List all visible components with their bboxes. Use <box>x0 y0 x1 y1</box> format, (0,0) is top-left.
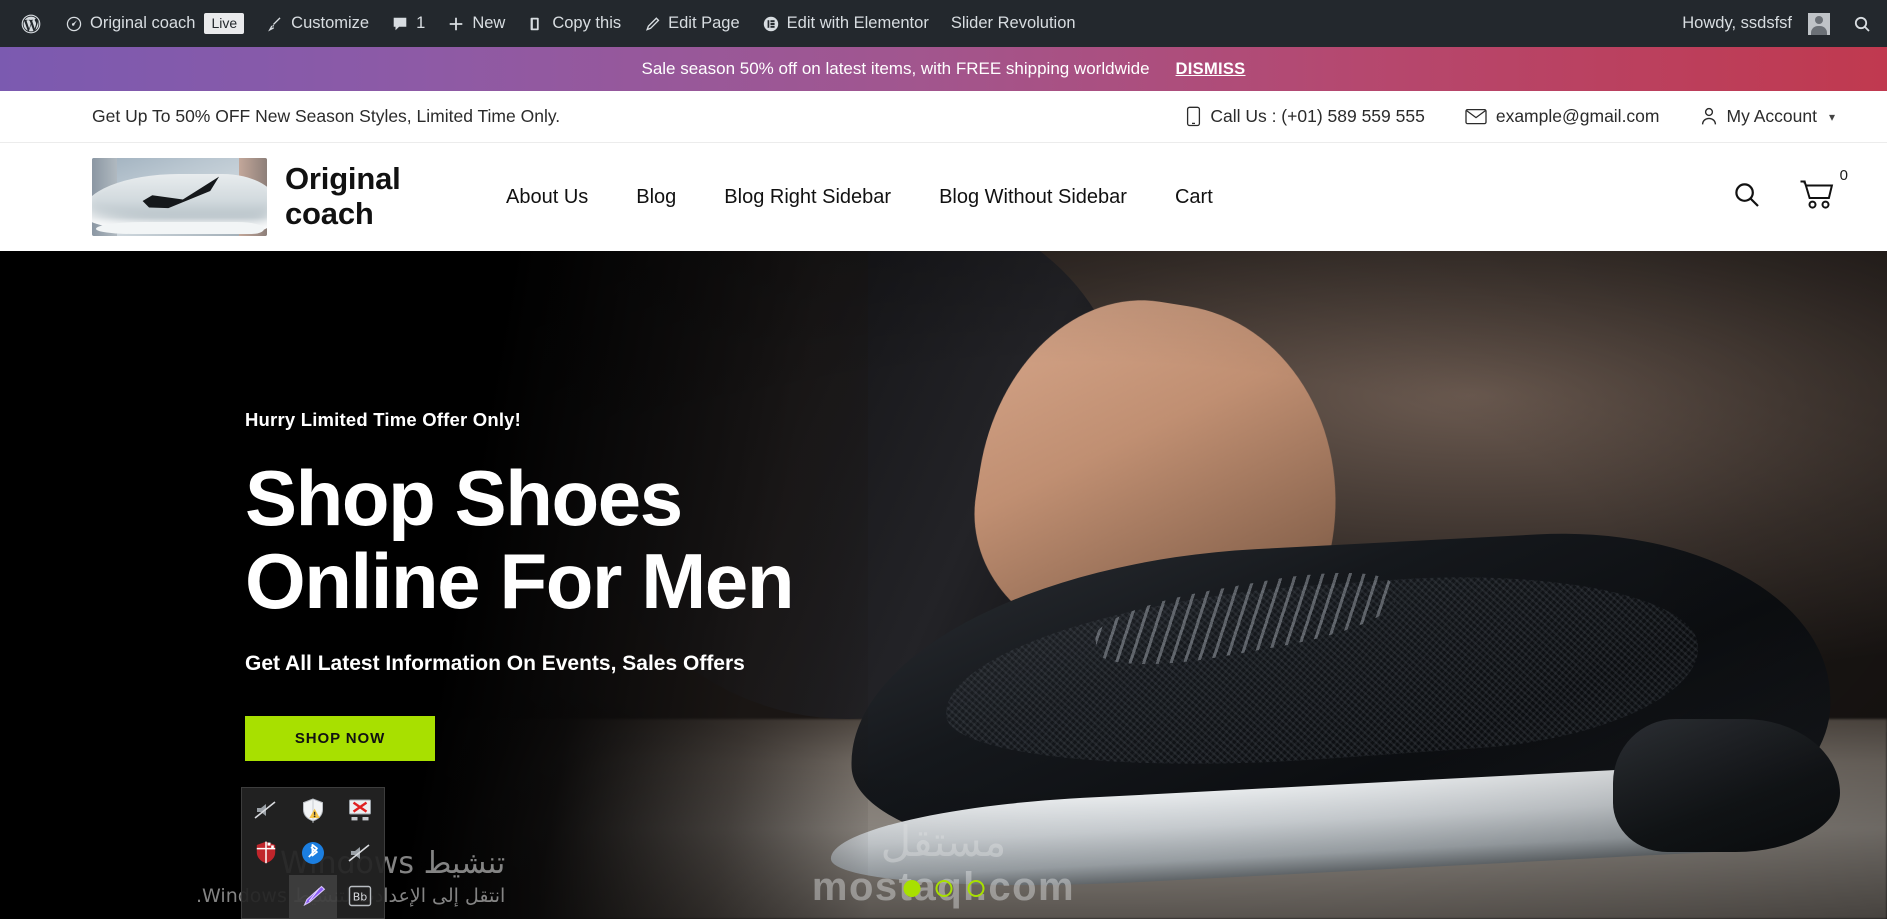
hero-subtitle: Get All Latest Information On Events, Sa… <box>245 652 745 676</box>
bluetooth-icon <box>300 840 326 866</box>
adminbar-right-group: Howdy, ssdsfsf <box>1671 0 1887 47</box>
plus-icon <box>447 15 465 33</box>
nav-item-cart[interactable]: Cart <box>1151 186 1237 209</box>
nav-item-about-us[interactable]: About Us <box>482 186 612 209</box>
nav-item-blog-right-sidebar[interactable]: Blog Right Sidebar <box>700 186 915 209</box>
tray-item-muted-speaker-2[interactable] <box>337 831 384 874</box>
avatar <box>1808 12 1830 35</box>
tray-item-bb-app[interactable]: Bb <box>337 875 384 918</box>
hero-title-line-1: Shop Shoes <box>245 453 683 542</box>
adminbar-item-slider-revolution[interactable]: Slider Revolution <box>940 0 1087 47</box>
topbar-my-account-label: My Account <box>1726 106 1817 126</box>
adminbar-item-edit-with-elementor[interactable]: Edit with Elementor <box>751 0 940 47</box>
tray-item-pen-highlighter[interactable] <box>289 874 337 918</box>
pencil-icon <box>643 15 661 33</box>
page-copy-icon <box>527 15 545 33</box>
search-icon <box>1732 180 1761 214</box>
top-info-bar: Get Up To 50% OFF New Season Styles, Lim… <box>0 91 1887 143</box>
adminbar-item-edit-page[interactable]: Edit Page <box>632 0 751 47</box>
site-brand-title: Original coach <box>285 161 401 231</box>
adminbar-new-label: New <box>472 14 506 32</box>
hero-eyebrow: Hurry Limited Time Offer Only! <box>245 408 522 430</box>
header-action-icons: 0 <box>1732 167 1848 216</box>
adminbar-site-name-label: Original coach <box>90 14 196 32</box>
pen-highlighter-icon <box>299 883 327 909</box>
wordpress-logo-icon <box>20 13 42 35</box>
comment-bubble-icon <box>391 15 409 33</box>
adminbar-search-button[interactable] <box>1841 0 1883 47</box>
wordpress-logo-button[interactable] <box>8 0 54 47</box>
promo-dismiss-link[interactable]: DISMISS <box>1176 60 1246 79</box>
topbar-phone-label: Call Us : (+01) 589 559 555 <box>1210 106 1425 126</box>
tray-cell-empty <box>242 875 289 918</box>
shop-now-button[interactable]: SHOP NOW <box>245 716 435 762</box>
slider-dot-3[interactable] <box>967 880 984 897</box>
header-search-button[interactable] <box>1732 180 1761 214</box>
tray-item-security-shield[interactable] <box>289 788 336 831</box>
adminbar-edit-page-label: Edit Page <box>668 14 740 32</box>
dashboard-icon <box>65 15 83 33</box>
adminbar-elementor-label: Edit with Elementor <box>786 14 929 32</box>
nav-item-blog-without-sidebar[interactable]: Blog Without Sidebar <box>915 186 1151 209</box>
elementor-icon <box>762 15 780 33</box>
wp-admin-bar: Original coach Live Customize 1 New Copy… <box>0 0 1887 47</box>
topbar-phone[interactable]: Call Us : (+01) 589 559 555 <box>1186 106 1425 127</box>
promo-message: Sale season 50% off on latest items, wit… <box>641 59 1150 78</box>
adminbar-customize-label: Customize <box>291 14 370 32</box>
slider-dot-2[interactable] <box>935 880 952 897</box>
tray-item-muted-speaker-1[interactable] <box>242 788 289 831</box>
topbar-email[interactable]: example@gmail.com <box>1465 106 1660 127</box>
tray-item-red-shield[interactable] <box>242 831 289 874</box>
header-cart-button[interactable]: 0 <box>1799 167 1848 216</box>
topbar-offer-text: Get Up To 50% OFF New Season Styles, Lim… <box>92 106 561 126</box>
primary-navigation: About Us Blog Blog Right Sidebar Blog Wi… <box>482 186 1237 209</box>
adminbar-copy-this-label: Copy this <box>552 14 622 32</box>
adminbar-item-comments[interactable]: 1 <box>380 0 436 47</box>
security-shield-warning-icon <box>300 797 326 823</box>
hero-title: Shop Shoes Online For Men <box>245 453 794 625</box>
topbar-my-account[interactable]: My Account ▾ <box>1700 106 1835 127</box>
envelope-icon <box>1465 108 1487 125</box>
system-tray-flyout[interactable]: Bb <box>241 787 385 919</box>
chevron-down-icon: ▾ <box>1828 109 1835 124</box>
promo-banner: Sale season 50% off on latest items, wit… <box>0 47 1887 91</box>
topbar-email-label: example@gmail.com <box>1495 106 1660 126</box>
slider-dot-1[interactable] <box>903 880 920 897</box>
bb-app-icon: Bb <box>347 884 373 908</box>
shopping-cart-icon <box>1799 179 1835 216</box>
logo-shoe-sole <box>95 222 264 234</box>
adminbar-item-site-name[interactable]: Original coach Live <box>54 0 255 47</box>
muted-speaker-icon <box>347 842 373 864</box>
site-logo-link[interactable]: Original coach <box>92 158 430 236</box>
mobile-phone-icon <box>1186 106 1201 127</box>
hero-title-line-2: Online For Men <box>245 536 794 625</box>
adminbar-item-copy-this[interactable]: Copy this <box>516 0 632 47</box>
topbar-contact-group: Call Us : (+01) 589 559 555 example@gmai… <box>1186 106 1835 127</box>
muted-speaker-icon <box>253 799 279 821</box>
adminbar-howdy-label: Howdy, ssdsfsf <box>1682 14 1792 32</box>
sneaker-logo-image <box>92 158 267 236</box>
site-header: Original coach About Us Blog Blog Right … <box>0 143 1887 251</box>
red-shield-icon <box>254 840 278 866</box>
adminbar-slider-revolution-label: Slider Revolution <box>950 14 1076 32</box>
adminbar-live-badge: Live <box>204 12 245 35</box>
adminbar-my-account[interactable]: Howdy, ssdsfsf <box>1671 0 1841 47</box>
slider-pagination <box>903 880 984 897</box>
tray-item-display-disconnected[interactable] <box>337 788 384 831</box>
search-icon <box>1852 14 1872 34</box>
display-disconnected-icon <box>347 798 373 822</box>
adminbar-comments-count: 1 <box>416 14 426 32</box>
paintbrush-icon <box>266 15 284 33</box>
svg-text:Bb: Bb <box>353 891 368 904</box>
tray-item-bluetooth[interactable] <box>289 831 336 874</box>
adminbar-item-new[interactable]: New <box>436 0 516 47</box>
user-person-icon <box>1700 107 1718 126</box>
hero-slider: Hurry Limited Time Offer Only! Shop Shoe… <box>0 251 1887 919</box>
nav-item-blog[interactable]: Blog <box>612 186 700 209</box>
cart-count-badge: 0 <box>1839 166 1848 184</box>
adminbar-item-customize[interactable]: Customize <box>255 0 380 47</box>
